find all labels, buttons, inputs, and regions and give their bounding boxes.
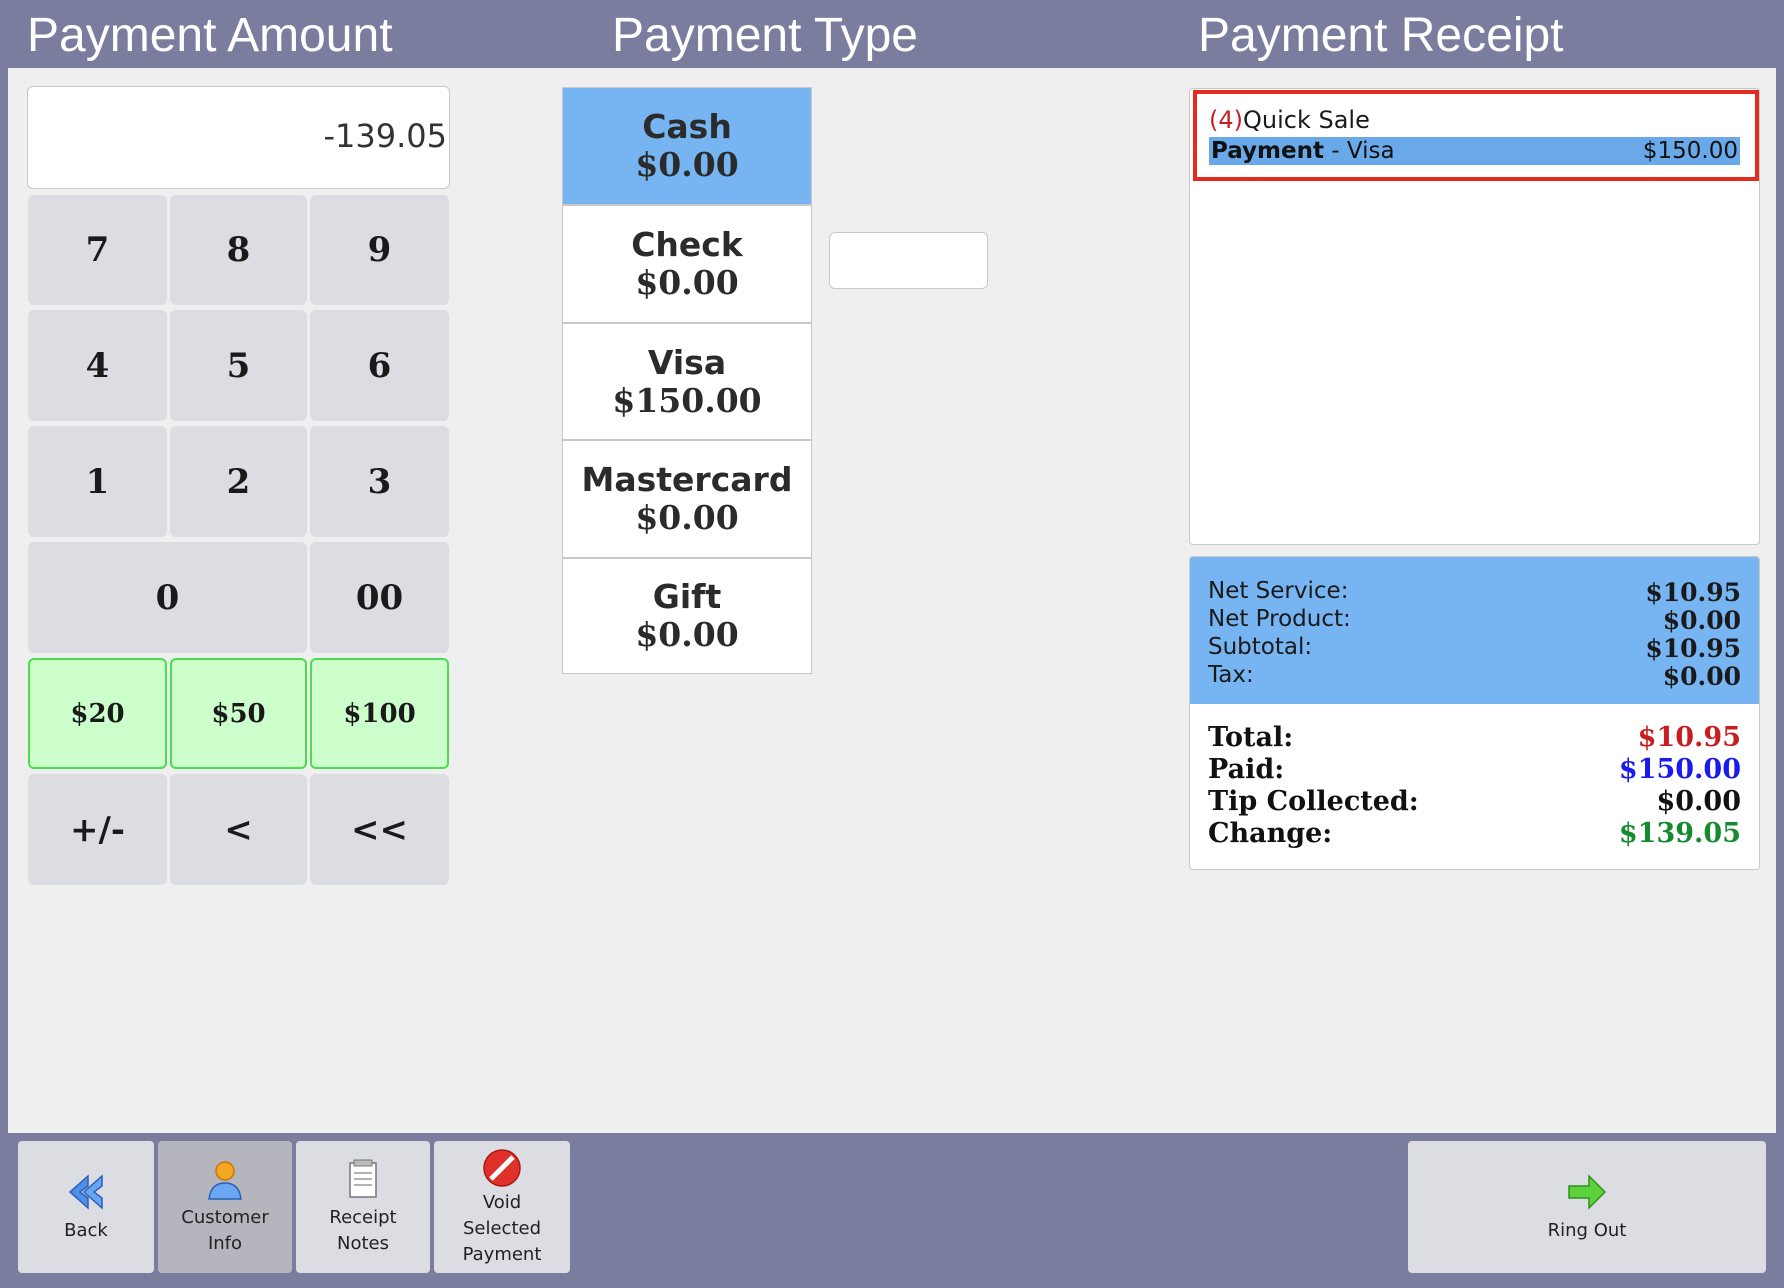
customer-info-label-1: Customer: [181, 1207, 269, 1228]
payment-type-gift[interactable]: Gift $0.00: [562, 558, 812, 674]
amount-value: -139.05: [323, 117, 447, 155]
key-8[interactable]: 8: [170, 195, 307, 305]
payment-type-name: Mastercard: [581, 460, 793, 499]
net-product-row: Net Product: $0.00: [1208, 606, 1741, 635]
key-1[interactable]: 1: [28, 426, 167, 537]
customer-info-button[interactable]: Customer Info: [158, 1141, 292, 1273]
payment-amount-title: Payment Amount: [27, 9, 393, 62]
change-value: $139.05: [1618, 818, 1741, 849]
ring-out-button[interactable]: Ring Out: [1408, 1141, 1766, 1273]
key-5[interactable]: 5: [170, 310, 307, 421]
tip-label: Tip Collected:: [1208, 786, 1419, 817]
key-6[interactable]: 6: [310, 310, 449, 421]
void-selected-payment-button[interactable]: Void Selected Payment: [434, 1141, 570, 1273]
payment-type-name: Visa: [647, 342, 727, 382]
change-row: Change: $139.05: [1208, 818, 1741, 850]
paid-label: Paid:: [1208, 754, 1285, 785]
key-7[interactable]: 7: [28, 195, 167, 305]
backspace-key[interactable]: <: [170, 774, 307, 885]
header-bar: Payment Amount Payment Type Payment Rece…: [0, 0, 1784, 68]
receipt-notes-label-1: Receipt: [329, 1207, 397, 1228]
payment-type-amount: $0.00: [635, 263, 739, 302]
tip-value: $0.00: [1656, 786, 1741, 817]
back-button[interactable]: Back: [18, 1141, 154, 1273]
tax-value: $0.00: [1662, 662, 1741, 691]
tip-row: Tip Collected: $0.00: [1208, 786, 1741, 818]
subtotal-row: Subtotal: $10.95: [1208, 634, 1741, 663]
total-row: Total: $10.95: [1208, 722, 1741, 754]
net-service-row: Net Service: $10.95: [1208, 578, 1741, 607]
subtotal-value: $10.95: [1645, 634, 1741, 663]
tender-amount-input[interactable]: [829, 232, 988, 289]
void-label-2: Selected: [462, 1218, 542, 1239]
payment-type-name: Check: [631, 225, 743, 264]
receipt-notes-button[interactable]: Receipt Notes: [296, 1141, 430, 1273]
payment-type-check[interactable]: Check $0.00: [562, 205, 812, 323]
payment-type-amount: $0.00: [635, 145, 739, 184]
payment-type-amount: $0.00: [635, 498, 739, 537]
payment-type-cash[interactable]: Cash $0.00: [562, 87, 812, 205]
total-label: Total:: [1208, 722, 1294, 753]
selection-highlight-box: [1193, 90, 1759, 181]
void-label-3: Payment: [462, 1244, 542, 1265]
paid-row: Paid: $150.00: [1208, 754, 1741, 786]
quick-cash-50-button[interactable]: $50: [170, 658, 307, 769]
subtotal-label: Subtotal:: [1208, 634, 1313, 660]
net-service-label: Net Service:: [1208, 578, 1349, 604]
ring-out-label: Ring Out: [1547, 1220, 1627, 1241]
payment-type-name: Cash: [642, 107, 732, 146]
net-product-value: $0.00: [1662, 606, 1741, 635]
void-label-1: Void: [482, 1192, 522, 1213]
receipt-notes-label-2: Notes: [337, 1233, 389, 1254]
key-00[interactable]: 00: [310, 542, 449, 653]
key-9[interactable]: 9: [310, 195, 449, 305]
key-0[interactable]: 0: [28, 542, 307, 653]
key-4[interactable]: 4: [28, 310, 167, 421]
clear-key[interactable]: <<: [310, 774, 449, 885]
key-3[interactable]: 3: [310, 426, 449, 537]
quick-cash-20-button[interactable]: $20: [28, 658, 167, 769]
right-arrow-icon: [1568, 1174, 1607, 1210]
amount-display[interactable]: -139.05: [27, 86, 450, 189]
notepad-icon: [349, 1159, 377, 1198]
payment-type-visa[interactable]: Visa $150.00: [562, 323, 812, 440]
void-icon: [483, 1149, 521, 1187]
customer-icon: [208, 1161, 242, 1200]
paid-value: $150.00: [1618, 754, 1741, 785]
back-label: Back: [64, 1220, 108, 1241]
tax-label: Tax:: [1208, 662, 1254, 688]
totals-panel: Net Service: $10.95 Net Product: $0.00 S…: [1189, 556, 1760, 870]
payment-type-name: Gift: [652, 577, 722, 616]
tax-row: Tax: $0.00: [1208, 662, 1741, 691]
quick-cash-100-button[interactable]: $100: [310, 658, 449, 769]
payment-type-title: Payment Type: [612, 9, 918, 62]
total-value: $10.95: [1637, 722, 1741, 753]
payment-receipt-title: Payment Receipt: [1198, 9, 1564, 62]
customer-info-label-2: Info: [207, 1233, 243, 1254]
net-product-label: Net Product:: [1208, 606, 1351, 632]
key-2[interactable]: 2: [170, 426, 307, 537]
double-left-arrow-icon: [68, 1174, 103, 1210]
change-label: Change:: [1208, 818, 1333, 849]
payment-type-amount: $150.00: [612, 380, 762, 420]
sign-toggle-key[interactable]: +/-: [28, 774, 167, 885]
pos-payment-screen: Payment Amount Payment Type Payment Rece…: [0, 0, 1784, 1288]
payment-type-amount: $0.00: [635, 615, 739, 654]
net-service-value: $10.95: [1645, 578, 1741, 607]
payment-type-mastercard[interactable]: Mastercard $0.00: [562, 440, 812, 558]
